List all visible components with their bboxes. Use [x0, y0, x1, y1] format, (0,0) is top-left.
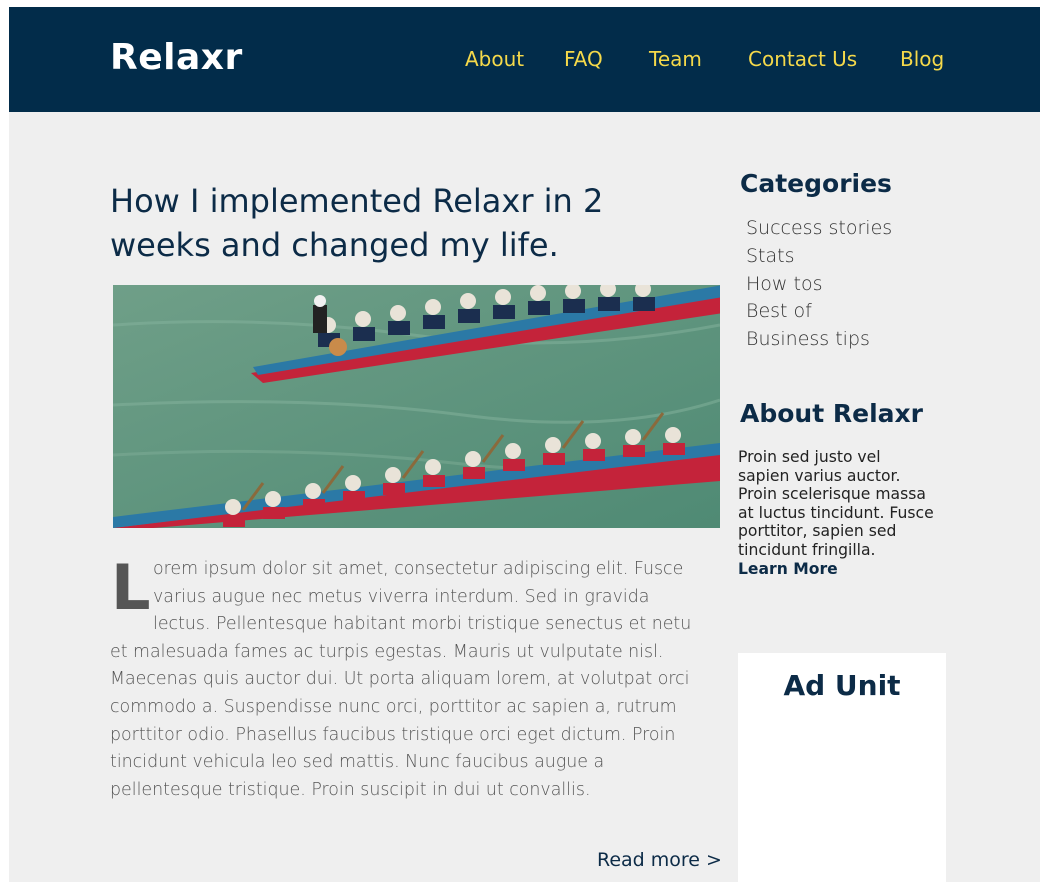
page: Relaxr About FAQ Team Contact Us Blog Ho… [9, 7, 1040, 882]
article-body-line: pellentesque tristique. Proin suscipit i… [110, 779, 591, 800]
article-body-line: commodo a. Suspendisse nunc orci, portti… [110, 696, 677, 717]
site-logo[interactable]: Relaxr [110, 37, 243, 78]
learn-more-link[interactable]: Learn More [738, 560, 953, 579]
site-header: Relaxr About FAQ Team Contact Us Blog [9, 7, 1040, 112]
article-title: How I implemented Relaxr in 2 weeks and … [110, 182, 604, 264]
article-body: orem ipsum dolor sit amet, consectetur a… [110, 556, 722, 804]
nav-link-faq[interactable]: FAQ [564, 47, 603, 71]
about-line: Proin scelerisque massa [738, 485, 926, 504]
about-heading: About Relaxr [740, 399, 923, 428]
nav-link-blog[interactable]: Blog [900, 47, 944, 71]
article-hero-image [113, 285, 720, 528]
about-text: Proin sed justo vel sapien varius auctor… [738, 448, 953, 578]
article-body-line: et malesuada fames ac turpis egestas. Ma… [110, 641, 664, 662]
read-more-link[interactable]: Read more > [597, 849, 722, 871]
about-line: tincidunt fringilla. [738, 540, 876, 559]
article-body-line: Maecenas quis auctor dui. Ut porta aliqu… [110, 669, 690, 690]
about-line: sapien varius auctor. [738, 466, 901, 485]
article-body-line: varius augue nec metus viverra interdum.… [153, 586, 650, 607]
category-link-best-of[interactable]: Best of [746, 298, 892, 326]
article-body-line: porttitor odio. Phasellus faucibus trist… [110, 724, 676, 745]
category-link-how-tos[interactable]: How tos [746, 271, 892, 299]
article-body-line: lectus. Pellentesque habitant morbi tris… [153, 614, 692, 635]
category-link-business-tips[interactable]: Business tips [746, 326, 892, 354]
about-line: at luctus tincidunt. Fusce [738, 503, 934, 522]
about-line: Proin sed justo vel [738, 448, 881, 466]
nav-link-team[interactable]: Team [649, 47, 702, 71]
about-line: porttitor, sapien sed [738, 522, 897, 541]
category-link-stats[interactable]: Stats [746, 243, 892, 271]
nav-link-about[interactable]: About [465, 47, 524, 71]
ad-unit[interactable]: Ad Unit [738, 653, 946, 882]
categories-heading: Categories [740, 169, 892, 198]
nav-link-contact-us[interactable]: Contact Us [748, 47, 857, 71]
article-body-line: orem ipsum dolor sit amet, consectetur a… [153, 559, 684, 579]
category-link-success-stories[interactable]: Success stories [746, 215, 892, 243]
ad-unit-title: Ad Unit [783, 669, 901, 702]
categories-list: Success stories Stats How tos Best of Bu… [746, 215, 892, 354]
article-body-line: tincidunt vehicula leo sed mattis. Nunc … [110, 752, 605, 773]
